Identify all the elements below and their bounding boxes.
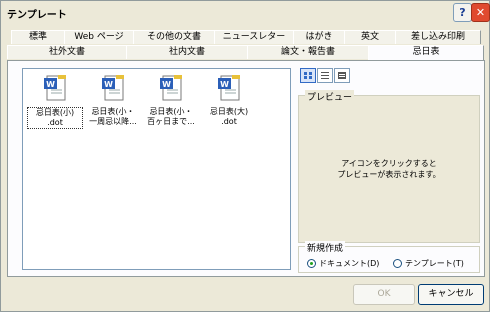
tab-standard[interactable]: 標準 bbox=[11, 30, 65, 44]
preview-group: プレビュー アイコンをクリックすると プレビューが表示されます。 bbox=[298, 90, 480, 243]
tab-papers-reports[interactable]: 論文・報告書 bbox=[247, 45, 369, 59]
title-bar[interactable]: テンプレート ? ✕ bbox=[1, 1, 490, 23]
file-label: 忌日表(小) .dot bbox=[27, 107, 83, 129]
details-icon bbox=[338, 72, 346, 79]
list-icon bbox=[321, 72, 329, 79]
document-radio-label: ドキュメント(D) bbox=[319, 259, 380, 268]
new-create-legend: 新規作成 bbox=[305, 241, 346, 254]
tab-newsletter[interactable]: ニュースレター bbox=[214, 30, 294, 44]
svg-text:W: W bbox=[104, 80, 113, 89]
tab-other-docs[interactable]: その他の文書 bbox=[133, 30, 215, 44]
word-template-icon: W bbox=[218, 75, 240, 101]
question-icon: ? bbox=[459, 6, 466, 19]
file-label: 忌日表(小・ 一周忌以降... bbox=[85, 107, 141, 127]
file-label-line1: 忌日表(小・ bbox=[149, 107, 193, 116]
file-label: 忌日表(大) .dot bbox=[201, 107, 257, 127]
new-create-group: 新規作成 ドキュメント(D) テンプレート(T) bbox=[298, 241, 480, 273]
word-template-icon: W bbox=[44, 75, 66, 101]
radio-unselected-icon bbox=[393, 259, 402, 268]
template-radio[interactable]: テンプレート(T) bbox=[393, 258, 464, 269]
tab-label: 社外文書 bbox=[48, 47, 85, 57]
window-title: テンプレート bbox=[7, 10, 67, 21]
preview-hint-line1: アイコンをクリックすると bbox=[341, 159, 437, 168]
preview-legend: プレビュー bbox=[305, 90, 355, 103]
tab-label: 英文 bbox=[360, 32, 379, 42]
svg-text:W: W bbox=[220, 80, 229, 89]
help-button[interactable]: ? bbox=[453, 3, 472, 22]
tab-label: 忌日表 bbox=[412, 47, 440, 57]
tab-web-page[interactable]: Web ページ bbox=[64, 30, 134, 44]
tab-label: Web ページ bbox=[74, 32, 124, 42]
radio-selected-icon bbox=[307, 259, 316, 268]
tab-mail-merge[interactable]: 差し込み印刷 bbox=[395, 30, 481, 44]
file-label-line1: 忌日表(小) bbox=[35, 108, 75, 117]
tab-label: その他の文書 bbox=[146, 32, 201, 42]
document-radio[interactable]: ドキュメント(D) bbox=[307, 258, 379, 269]
file-label-line2: 百ヶ日まで... bbox=[147, 117, 195, 126]
template-radio-label: テンプレート(T) bbox=[405, 259, 464, 268]
tab-internal-docs[interactable]: 社内文書 bbox=[126, 45, 248, 59]
tab-english[interactable]: 英文 bbox=[344, 30, 396, 44]
file-label-line1: 忌日表(大) bbox=[209, 107, 249, 116]
tab-external-docs[interactable]: 社外文書 bbox=[7, 45, 127, 59]
svg-text:W: W bbox=[162, 80, 171, 89]
file-item[interactable]: W 忌日表(小) .dot bbox=[27, 74, 83, 129]
tab-label: 社内文書 bbox=[168, 47, 205, 57]
file-label-line2: .dot bbox=[221, 117, 237, 126]
preview-hint-line2: プレビューが表示されます。 bbox=[337, 170, 441, 179]
file-label-line2: .dot bbox=[47, 118, 63, 127]
tab-label: 標準 bbox=[28, 32, 47, 42]
template-dialog: テンプレート ? ✕ 標準 Web ページ その他の文書 ニュースレター はがき… bbox=[0, 0, 490, 312]
tab-label: ニュースレター bbox=[222, 32, 286, 42]
preview-hint: アイコンをクリックすると プレビューが表示されます。 bbox=[299, 158, 479, 180]
large-icons-icon bbox=[304, 72, 312, 79]
ok-button[interactable]: OK bbox=[353, 284, 415, 305]
file-item[interactable]: W 忌日表(小・ 百ヶ日まで... bbox=[143, 74, 199, 127]
cancel-button[interactable]: キャンセル bbox=[418, 284, 484, 305]
file-label-line2: 一周忌以降... bbox=[89, 117, 137, 126]
file-label: 忌日表(小・ 百ヶ日まで... bbox=[143, 107, 199, 127]
close-button[interactable]: ✕ bbox=[471, 3, 490, 22]
file-item[interactable]: W 忌日表(大) .dot bbox=[201, 74, 257, 127]
tab-label: 差し込み印刷 bbox=[410, 32, 465, 42]
file-item[interactable]: W 忌日表(小・ 一周忌以降... bbox=[85, 74, 141, 127]
svg-text:W: W bbox=[46, 80, 55, 89]
tab-label: 論文・報告書 bbox=[280, 47, 335, 57]
tab-memorial-table[interactable]: 忌日表 bbox=[368, 45, 484, 60]
details-view-button[interactable] bbox=[334, 68, 350, 83]
close-icon: ✕ bbox=[475, 6, 486, 19]
list-view-button[interactable] bbox=[317, 68, 333, 83]
tab-label: はがき bbox=[305, 32, 333, 42]
template-list[interactable]: W 忌日表(小) .dot W 忌日表(小・ 一周忌以降... W 忌日表(小・… bbox=[22, 68, 291, 270]
tab-panel: W 忌日表(小) .dot W 忌日表(小・ 一周忌以降... W 忌日表(小・… bbox=[7, 60, 485, 277]
word-template-icon: W bbox=[102, 75, 124, 101]
tab-postcard[interactable]: はがき bbox=[293, 30, 345, 44]
file-label-line1: 忌日表(小・ bbox=[91, 107, 135, 116]
large-icons-view-button[interactable] bbox=[300, 68, 316, 83]
word-template-icon: W bbox=[160, 75, 182, 101]
